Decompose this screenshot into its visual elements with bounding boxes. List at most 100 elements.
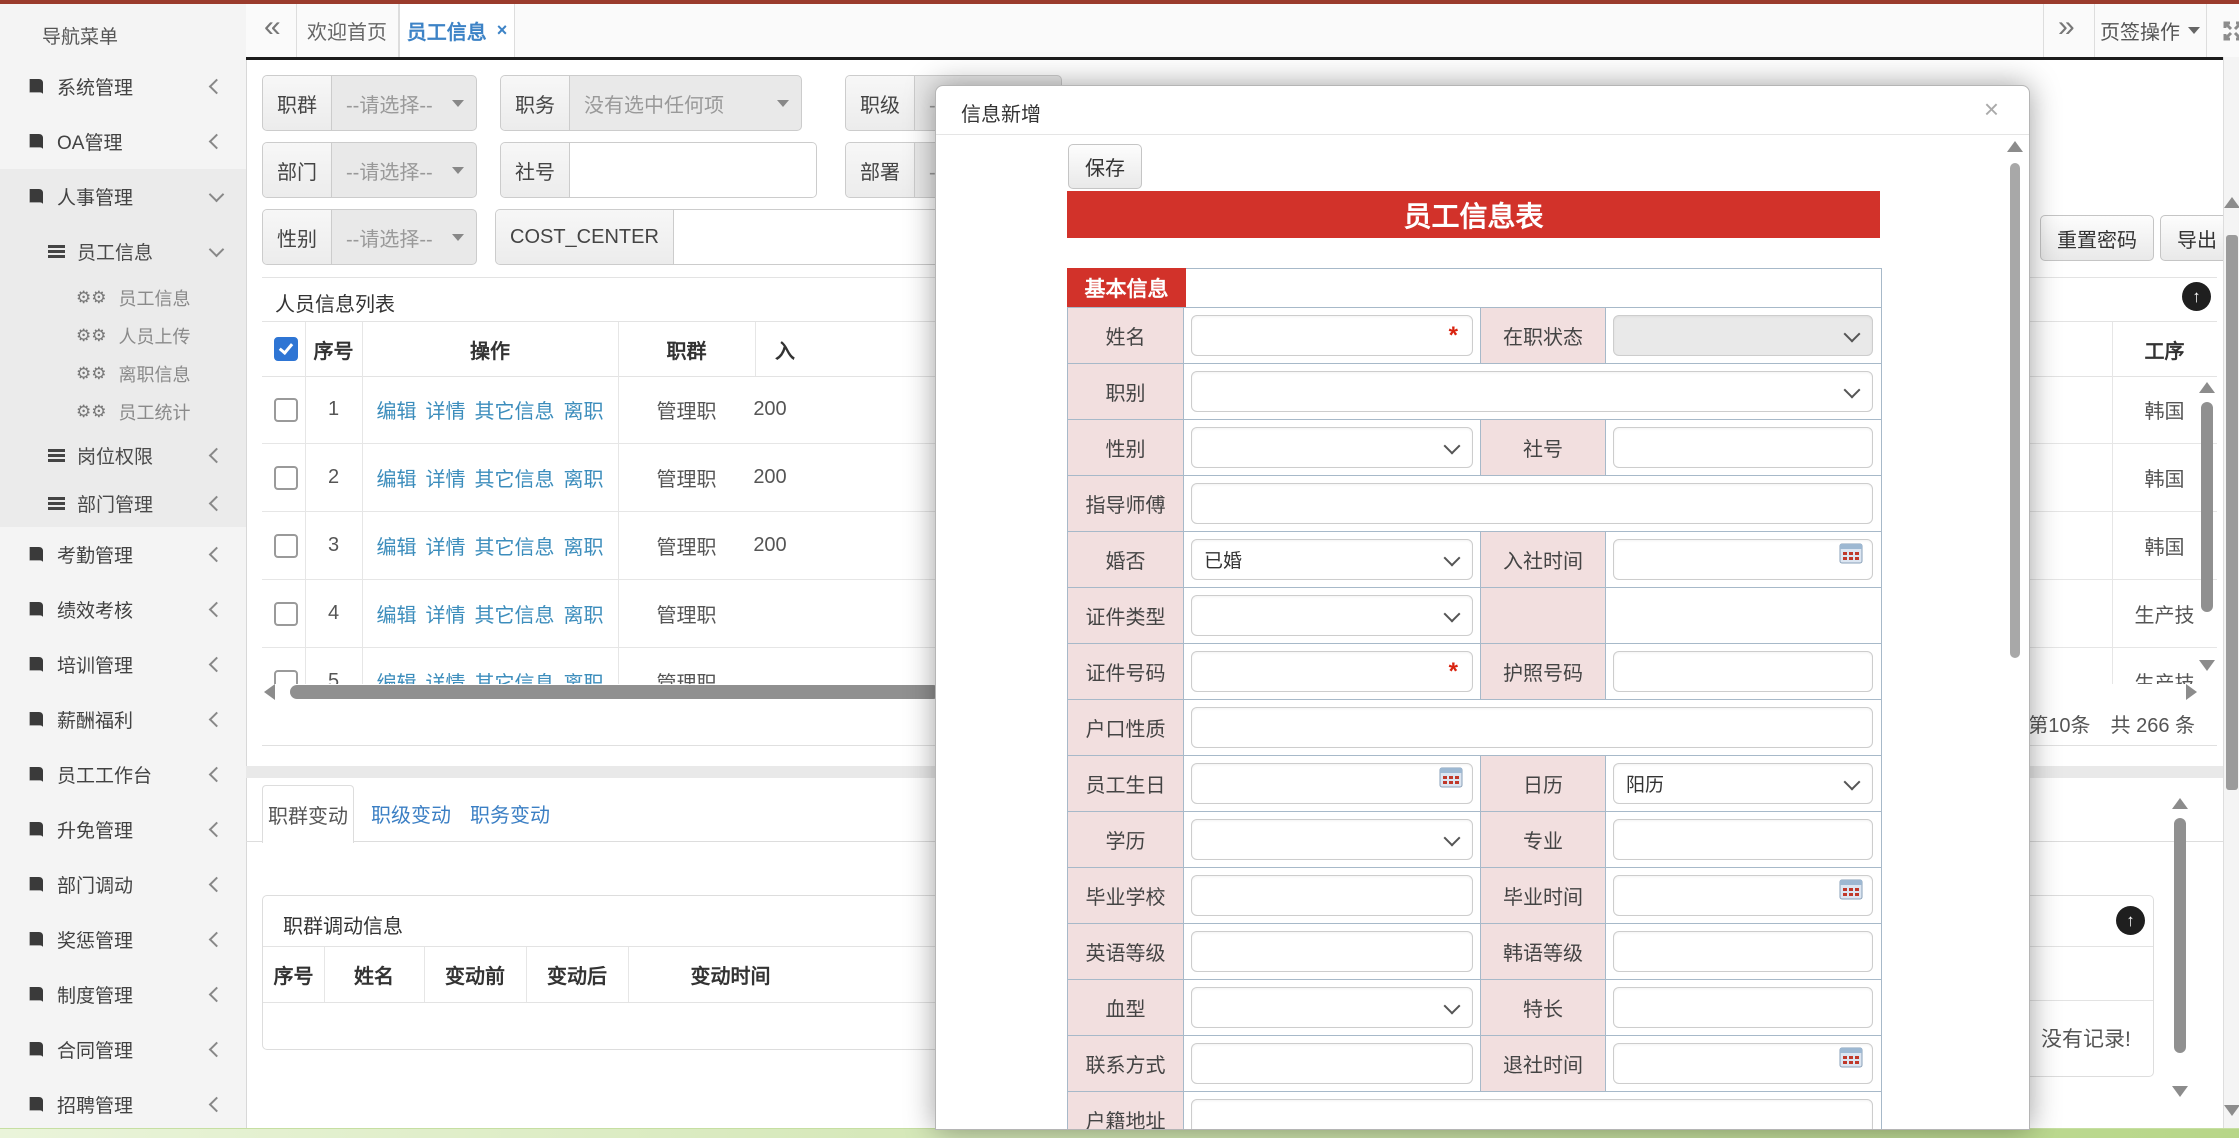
- gender-select[interactable]: --请选择--: [332, 210, 476, 264]
- position-select[interactable]: 没有选中任何项: [570, 76, 801, 130]
- companyno-input[interactable]: [570, 143, 816, 197]
- edit-link[interactable]: 编辑: [377, 463, 417, 492]
- household-type-input[interactable]: [1191, 707, 1873, 748]
- specialty-input[interactable]: [1613, 987, 1873, 1028]
- sidebar-item[interactable]: ⚙⚙ 部门管理: [0, 479, 246, 527]
- scrollbar-thumb[interactable]: [2201, 402, 2213, 612]
- other-info-link[interactable]: 其它信息: [475, 395, 555, 424]
- sidebar-item[interactable]: ⚙⚙ 岗位权限: [0, 431, 246, 479]
- registered-address-input[interactable]: [1191, 1099, 1873, 1130]
- company-number-input[interactable]: [1613, 427, 1873, 468]
- detail-link[interactable]: 详情: [426, 667, 466, 684]
- sidebar-item[interactable]: ⚙⚙ 合同管理: [0, 1022, 246, 1077]
- education-select[interactable]: [1191, 819, 1473, 860]
- tab-jobgroup-change[interactable]: 职群变动: [262, 785, 354, 843]
- contact-input[interactable]: [1191, 1043, 1473, 1084]
- birthday-input[interactable]: [1191, 763, 1473, 804]
- id-type-select[interactable]: [1191, 595, 1473, 636]
- scrollbar-thumb[interactable]: [2010, 163, 2020, 658]
- collapse-panel-icon[interactable]: ↑: [2116, 906, 2145, 935]
- reset-password-button[interactable]: 重置密码: [2040, 215, 2154, 261]
- passport-number-input[interactable]: [1613, 651, 1873, 692]
- scrollbar-thumb[interactable]: [2226, 235, 2238, 790]
- edit-link[interactable]: 编辑: [377, 531, 417, 560]
- department-select[interactable]: --请选择--: [332, 143, 476, 197]
- select-all-checkbox-checked[interactable]: [274, 337, 298, 361]
- sidebar-item[interactable]: ⚙⚙ 培训管理: [0, 637, 246, 692]
- sidebar-item[interactable]: ⚙⚙ 制度管理: [0, 967, 246, 1022]
- gender-select[interactable]: [1191, 427, 1473, 468]
- sidebar-item[interactable]: ⚙⚙ 员工工作台: [0, 747, 246, 802]
- resign-link[interactable]: 离职: [564, 599, 604, 628]
- detail-link[interactable]: 详情: [426, 395, 466, 424]
- row-checkbox[interactable]: [274, 534, 298, 558]
- detail-link[interactable]: 详情: [426, 599, 466, 628]
- row-checkbox[interactable]: [274, 466, 298, 490]
- sidebar-item[interactable]: ⚙⚙ 薪酬福利: [0, 692, 246, 747]
- table-vertical-scrollbar[interactable]: [2199, 382, 2215, 672]
- calendar-icon[interactable]: [1839, 542, 1863, 570]
- calendar-icon[interactable]: [1839, 1046, 1863, 1074]
- sidebar-item[interactable]: ⚙⚙ 系统管理: [0, 59, 246, 114]
- graduation-date-input[interactable]: [1613, 875, 1873, 916]
- other-info-link[interactable]: 其它信息: [475, 463, 555, 492]
- leave-date-input[interactable]: [1613, 1043, 1873, 1084]
- resign-link[interactable]: 离职: [564, 463, 604, 492]
- sidebar-item[interactable]: ⚙⚙ 考勤管理: [0, 527, 246, 582]
- sidebar-item[interactable]: ⚙⚙ 员工信息: [0, 224, 246, 279]
- modal-vertical-scrollbar[interactable]: [2007, 141, 2023, 1129]
- other-info-link[interactable]: 其它信息: [475, 531, 555, 560]
- close-icon[interactable]: ×: [1984, 94, 1999, 125]
- tabs-scroll-left-icon[interactable]: «: [264, 10, 281, 44]
- scroll-up-icon[interactable]: [2199, 382, 2215, 393]
- page-vertical-scrollbar[interactable]: [2223, 57, 2239, 1128]
- graduate-school-input[interactable]: [1191, 875, 1473, 916]
- korean-level-input[interactable]: [1613, 931, 1873, 972]
- edit-link[interactable]: 编辑: [377, 599, 417, 628]
- scroll-up-icon[interactable]: [2224, 197, 2239, 208]
- scroll-up-icon[interactable]: [2007, 141, 2023, 152]
- tab-close-icon[interactable]: ×: [497, 20, 508, 41]
- scrollbar-thumb[interactable]: [290, 685, 940, 699]
- edit-link[interactable]: 编辑: [377, 667, 417, 684]
- sidebar-item[interactable]: ⚙⚙ OA管理: [0, 114, 246, 169]
- row-checkbox[interactable]: [274, 398, 298, 422]
- bottom-vertical-scrollbar[interactable]: [2172, 798, 2188, 1098]
- detail-link[interactable]: 详情: [426, 463, 466, 492]
- employment-status-select[interactable]: [1613, 315, 1873, 356]
- detail-link[interactable]: 详情: [426, 531, 466, 560]
- english-level-input[interactable]: [1191, 931, 1473, 972]
- calendar-icon[interactable]: [1439, 766, 1463, 794]
- calendar-icon[interactable]: [1839, 878, 1863, 906]
- tab-welcome-home[interactable]: 欢迎首页: [297, 4, 397, 57]
- scroll-up-icon[interactable]: [2172, 798, 2188, 809]
- sidebar-item[interactable]: ⚙⚙ 升免管理: [0, 802, 246, 857]
- jobgroup-select[interactable]: --请选择--: [332, 76, 476, 130]
- join-date-input[interactable]: [1613, 539, 1873, 580]
- resign-link[interactable]: 离职: [564, 667, 604, 684]
- sidebar-item[interactable]: ⚙⚙ 奖惩管理: [0, 912, 246, 967]
- major-input[interactable]: [1613, 819, 1873, 860]
- tab-employee-info[interactable]: 员工信息 ×: [399, 4, 515, 57]
- sidebar-item[interactable]: ⚙⚙ 员工统计: [0, 393, 246, 431]
- resign-link[interactable]: 离职: [564, 531, 604, 560]
- sidebar-item[interactable]: ⚙⚙ 绩效考核: [0, 582, 246, 637]
- marital-status-select[interactable]: 已婚: [1191, 539, 1473, 580]
- tab-position-change[interactable]: 职务变动: [465, 785, 555, 841]
- sidebar-item[interactable]: ⚙⚙ 员工信息: [0, 279, 246, 317]
- row-checkbox[interactable]: [274, 670, 298, 684]
- sidebar-item[interactable]: ⚙⚙ 离职信息: [0, 355, 246, 393]
- other-info-link[interactable]: 其它信息: [475, 667, 555, 684]
- scroll-right-icon[interactable]: [2186, 684, 2197, 700]
- scroll-down-icon[interactable]: [2172, 1086, 2188, 1097]
- calendar-type-select[interactable]: 阳历: [1613, 763, 1873, 804]
- scrollbar-thumb[interactable]: [2174, 818, 2186, 1053]
- scroll-left-icon[interactable]: [264, 684, 275, 700]
- resign-link[interactable]: 离职: [564, 395, 604, 424]
- scroll-down-icon[interactable]: [2224, 1105, 2239, 1116]
- mentor-input[interactable]: [1191, 483, 1873, 524]
- other-info-link[interactable]: 其它信息: [475, 599, 555, 628]
- tabs-scroll-right-icon[interactable]: »: [2058, 10, 2075, 44]
- id-number-input[interactable]: *: [1191, 651, 1473, 692]
- sidebar-item[interactable]: ⚙⚙ 部门调动: [0, 857, 246, 912]
